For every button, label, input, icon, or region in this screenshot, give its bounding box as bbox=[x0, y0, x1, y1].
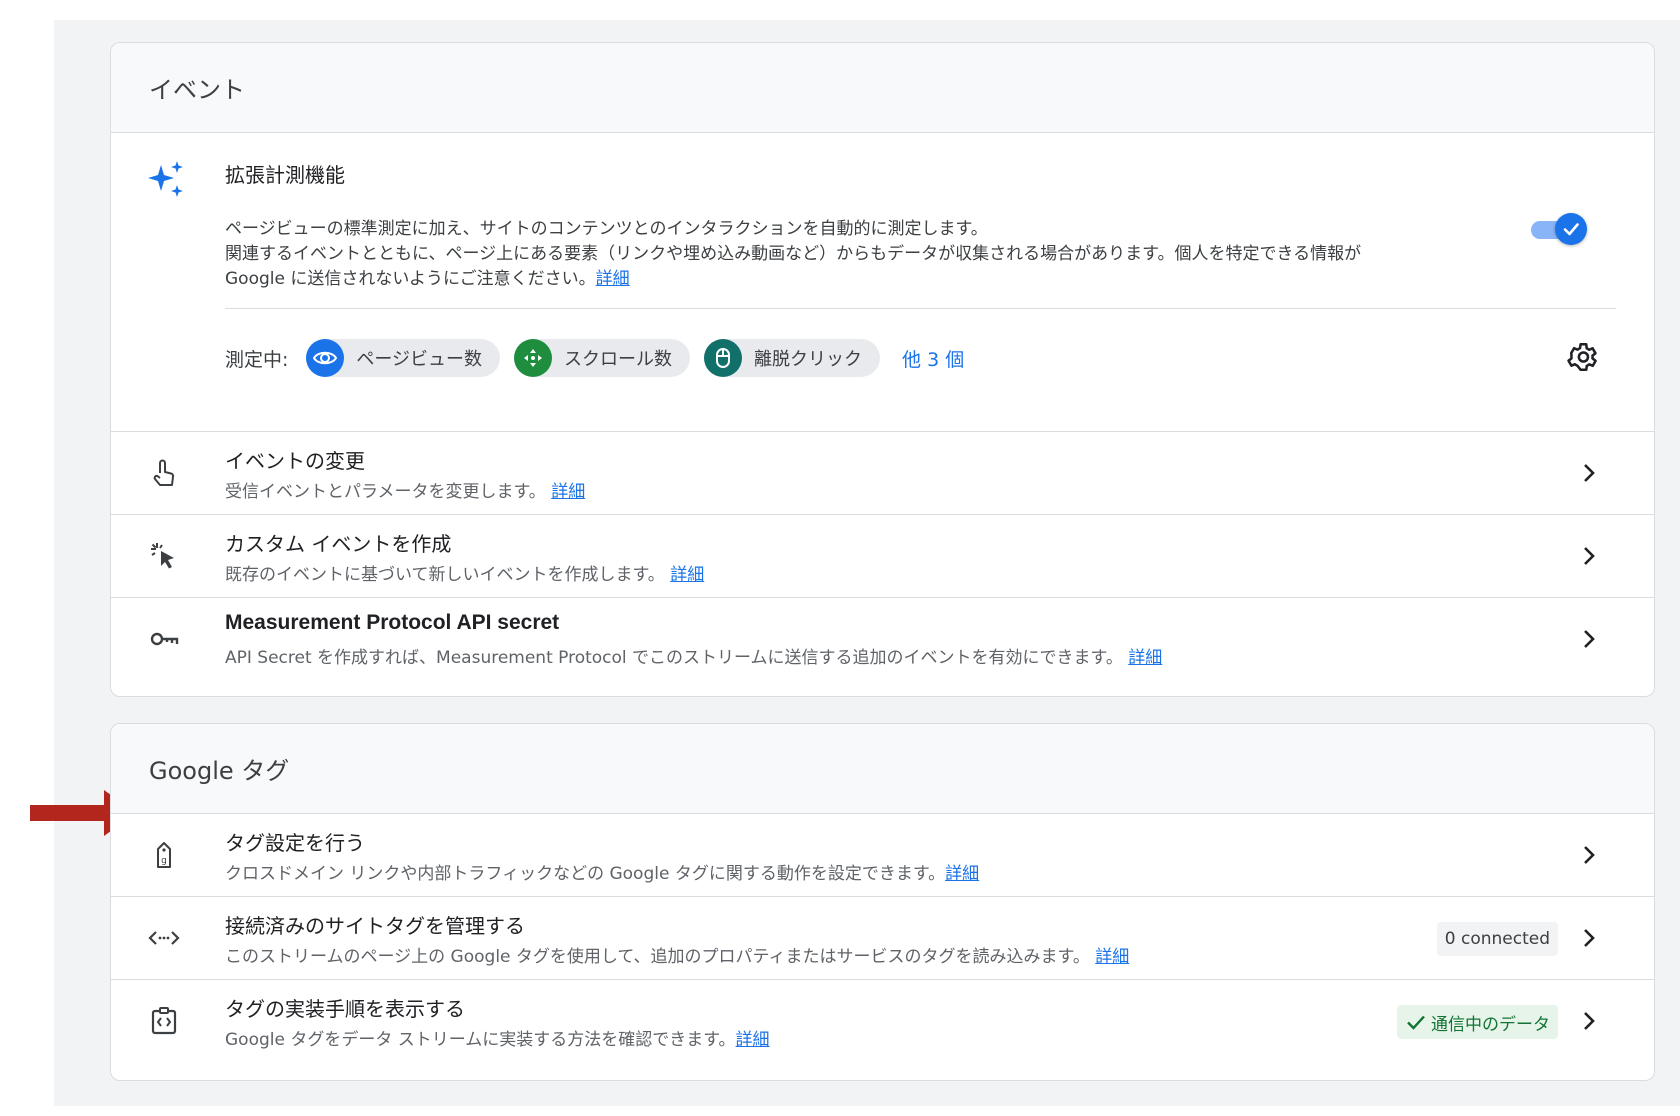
row-subtitle: 既存のイベントに基づいて新しいイベントを作成します。 詳細 bbox=[225, 565, 705, 585]
chevron-right-icon bbox=[1584, 929, 1595, 947]
enhanced-measurement-description: ページビューの標準測定に加え、サイトのコンテンツとのインタラクションを自動的に測… bbox=[225, 217, 1555, 292]
chevron-right-icon bbox=[1584, 464, 1595, 482]
learn-more-link[interactable]: 詳細 bbox=[551, 482, 585, 502]
events-card: イベント 拡張計測機能 ページビューの標準測定に加え、サイトのコンテンツとのイン… bbox=[110, 42, 1655, 697]
data-flowing-badge: 通信中のデータ bbox=[1397, 1005, 1558, 1039]
row-subtitle: このストリームのページ上の Google タグを使用して、追加のプロパティまたは… bbox=[225, 947, 1130, 967]
click-icon bbox=[145, 537, 183, 575]
row-view-tag-instructions[interactable]: タグの実装手順を表示する Google タグをデータ ストリームに実装する方法を… bbox=[111, 980, 1654, 1063]
chip-label: スクロール数 bbox=[564, 349, 673, 370]
description-line: 関連するイベントとともに、ページ上にある要素（リンクや埋め込み動画など）からもデ… bbox=[225, 244, 1362, 264]
description-line: Google に送信されないようにご注意ください。 bbox=[225, 269, 596, 289]
row-manage-connected-site-tags[interactable]: 接続済みのサイトタグを管理する このストリームのページ上の Google タグを… bbox=[111, 897, 1654, 980]
gear-icon[interactable] bbox=[1565, 340, 1599, 374]
learn-more-link[interactable]: 詳細 bbox=[1095, 947, 1129, 967]
divider bbox=[225, 308, 1616, 309]
chip-label: ページビュー数 bbox=[356, 349, 483, 370]
mouse-icon bbox=[704, 339, 743, 377]
row-create-custom-event[interactable]: カスタム イベントを作成 既存のイベントに基づいて新しいイベントを作成します。 … bbox=[111, 515, 1654, 598]
chevron-right-icon bbox=[1584, 547, 1595, 565]
learn-more-link[interactable]: 詳細 bbox=[945, 864, 979, 884]
events-card-title: イベント bbox=[111, 43, 1654, 133]
code-icon bbox=[145, 919, 183, 957]
row-title: タグの実装手順を表示する bbox=[225, 997, 465, 1021]
svg-text:g: g bbox=[161, 856, 167, 866]
chevron-right-icon bbox=[1584, 1012, 1595, 1030]
row-title: カスタム イベントを作成 bbox=[225, 532, 452, 556]
connected-count-badge: 0 connected bbox=[1436, 922, 1558, 956]
eye-icon bbox=[306, 339, 345, 377]
check-icon bbox=[1407, 1015, 1425, 1030]
check-icon bbox=[1563, 223, 1579, 236]
sparkle-icon bbox=[148, 161, 183, 197]
row-measurement-protocol[interactable]: Measurement Protocol API secret API Secr… bbox=[111, 598, 1654, 681]
more-events-link[interactable]: 他 3 個 bbox=[902, 345, 964, 372]
scroll-arrows-icon bbox=[514, 339, 553, 377]
row-title: Measurement Protocol API secret bbox=[225, 611, 560, 634]
google-tag-icon: g bbox=[145, 836, 183, 874]
chevron-right-icon bbox=[1584, 846, 1595, 864]
enhanced-measurement-section: 拡張計測機能 ページビューの標準測定に加え、サイトのコンテンツとのインタラクショ… bbox=[111, 133, 1654, 432]
row-title: イベントの変更 bbox=[225, 449, 365, 473]
learn-more-link[interactable]: 詳細 bbox=[1128, 648, 1162, 668]
chip-label: 離脱クリック bbox=[754, 349, 863, 370]
row-title: タグ設定を行う bbox=[225, 831, 365, 855]
google-tag-card: Google タグ g タグ設定を行う クロスドメイン リンクや内部トラフィック… bbox=[110, 723, 1655, 1081]
row-modify-events[interactable]: イベントの変更 受信イベントとパラメータを変更します。 詳細 bbox=[111, 432, 1654, 515]
description-line: ページビューの標準測定に加え、サイトのコンテンツとのインタラクションを自動的に測… bbox=[225, 219, 988, 239]
measuring-chips: 測定中: ページビュー数 スクロール数 離脱クリック 他 3 個 bbox=[225, 339, 964, 377]
row-subtitle: API Secret を作成すれば、Measurement Protocol で… bbox=[225, 648, 1163, 668]
learn-more-link[interactable]: 詳細 bbox=[596, 269, 630, 289]
touch-icon bbox=[145, 454, 183, 492]
chip-scrolls: スクロール数 bbox=[514, 339, 691, 377]
learn-more-link[interactable]: 詳細 bbox=[736, 1030, 770, 1050]
badge-label: 通信中のデータ bbox=[1431, 1014, 1550, 1035]
google-tag-card-title: Google タグ bbox=[111, 724, 1654, 814]
chevron-right-icon bbox=[1584, 630, 1595, 648]
chip-outbound-clicks: 離脱クリック bbox=[704, 339, 881, 377]
enhanced-measurement-title: 拡張計測機能 bbox=[225, 163, 345, 187]
row-configure-tag-settings[interactable]: g タグ設定を行う クロスドメイン リンクや内部トラフィックなどの Google… bbox=[111, 814, 1654, 897]
toggle-knob bbox=[1555, 213, 1587, 245]
row-title: 接続済みのサイトタグを管理する bbox=[225, 914, 525, 938]
measuring-label: 測定中: bbox=[225, 348, 289, 371]
row-subtitle: クロスドメイン リンクや内部トラフィックなどの Google タグに関する動作を… bbox=[225, 864, 980, 884]
chip-page-views: ページビュー数 bbox=[306, 339, 501, 377]
code-clipboard-icon bbox=[145, 1002, 183, 1040]
enhanced-measurement-toggle[interactable] bbox=[1531, 213, 1587, 245]
row-subtitle: Google タグをデータ ストリームに実装する方法を確認できます。詳細 bbox=[225, 1030, 770, 1050]
key-icon bbox=[145, 620, 183, 658]
learn-more-link[interactable]: 詳細 bbox=[670, 565, 704, 585]
row-subtitle: 受信イベントとパラメータを変更します。 詳細 bbox=[225, 482, 586, 502]
